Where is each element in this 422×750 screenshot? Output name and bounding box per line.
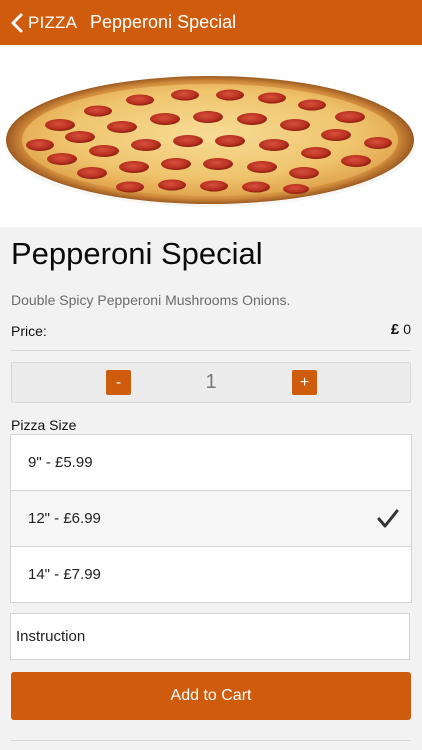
back-button[interactable]: PIZZA: [6, 0, 77, 45]
product-image-container: [0, 45, 422, 227]
nav-bar: PIZZA Pepperoni Special: [0, 0, 422, 45]
decrement-button[interactable]: -: [106, 370, 131, 395]
checkmark-icon: [377, 508, 399, 530]
product-description: Double Spicy Pepperoni Mushrooms Onions.: [11, 292, 291, 308]
pizza-size-options: 9" - £5.99 12" - £6.99 14" - £7.99: [10, 434, 412, 603]
size-option-12[interactable]: 12" - £6.99: [11, 490, 411, 546]
pizza-image: [5, 76, 415, 207]
price-value: £0: [391, 321, 411, 338]
size-option-9[interactable]: 9" - £5.99: [11, 435, 411, 490]
size-option-label: 9" - £5.99: [28, 454, 93, 471]
divider: [11, 740, 411, 741]
divider: [11, 350, 411, 351]
quantity-value: 1: [205, 371, 217, 393]
quantity-stepper: 1 - +: [11, 362, 411, 403]
size-option-14[interactable]: 14" - £7.99: [11, 546, 411, 602]
pizza-size-label: Pizza Size: [11, 417, 77, 433]
instruction-input[interactable]: [10, 613, 410, 660]
chevron-left-icon: [6, 0, 28, 45]
nav-title: Pepperoni Special: [90, 12, 237, 32]
add-to-cart-button[interactable]: Add to Cart: [11, 672, 411, 720]
size-option-label: 12" - £6.99: [28, 510, 101, 527]
price-label: Price:: [11, 323, 47, 339]
product-title: Pepperoni Special: [11, 236, 263, 271]
currency-symbol: £: [390, 321, 400, 338]
increment-button[interactable]: +: [292, 370, 317, 395]
size-option-label: 14" - £7.99: [28, 566, 101, 583]
price-amount: 0: [403, 321, 411, 337]
back-label: PIZZA: [28, 12, 78, 32]
